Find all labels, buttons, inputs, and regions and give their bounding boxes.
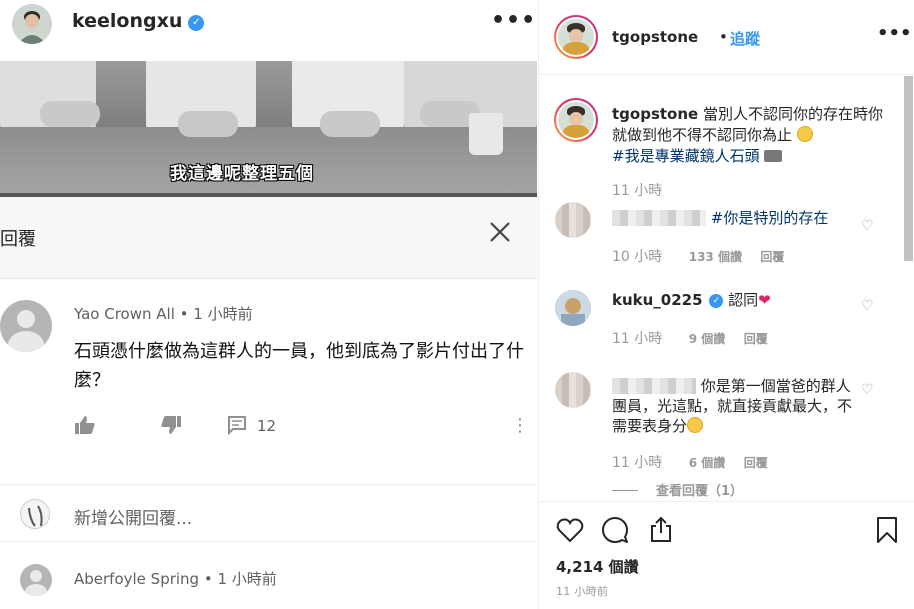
comment-text: 石頭憑什麼做為這群人的一員，他到底為了影片付出了什麼？ xyxy=(74,341,524,391)
caption: tgopstone 當別人不認同你的存在時你就做到他不得不認同你為止 #我是專業… xyxy=(612,104,892,167)
heart-icon[interactable] xyxy=(556,516,584,544)
ellipsis-icon[interactable]: ••• xyxy=(877,23,912,44)
likes-count[interactable]: 4,214 個讚 xyxy=(556,556,639,577)
comment-text-row: #你是特別的存在 xyxy=(612,208,862,228)
vertical-dots-icon[interactable]: ⋮ xyxy=(511,415,529,436)
comment-meta: 10 小時 133 個讚 回覆 xyxy=(612,246,784,266)
comment-actions: 12 ⋮ xyxy=(74,415,529,440)
share-icon[interactable] xyxy=(647,516,675,544)
thumbs-up-icon[interactable] xyxy=(74,415,96,440)
panel-header: tgopstone • 追蹤 ••• xyxy=(539,0,914,75)
emoji-icon xyxy=(796,126,813,142)
comment-text-row: 你是第一個當爸的群人團員，光這點，就直接貢獻最大，不需要表身分 xyxy=(612,376,860,436)
blurred-username[interactable] xyxy=(612,378,696,394)
comment-likes[interactable]: 9 個讚 xyxy=(689,332,726,346)
reply-button[interactable]: 回覆 xyxy=(744,456,768,470)
blurred-avatar[interactable] xyxy=(555,202,591,238)
blurred-username[interactable] xyxy=(612,210,706,226)
heart-outline-icon[interactable]: ♡ xyxy=(861,382,874,398)
video-subtitle: 我這邊呢整理五個 xyxy=(170,164,314,184)
caption-time[interactable]: 11 小時 xyxy=(612,180,662,200)
comment-author[interactable]: Yao Crown All xyxy=(74,305,175,323)
comment-time[interactable]: 11 小時 xyxy=(612,331,662,347)
view-replies-button[interactable]: 查看回覆（1） xyxy=(612,480,743,499)
post-timestamp[interactable]: 11 小時前 xyxy=(556,583,608,599)
scrollbar[interactable] xyxy=(904,76,913,261)
reply-count[interactable]: 12 xyxy=(257,417,276,435)
comment-likes[interactable]: 6 個讚 xyxy=(689,456,726,470)
verified-badge-icon: ✓ xyxy=(709,294,724,308)
add-reply-input[interactable]: 新增公開回覆... xyxy=(74,504,192,529)
story-avatar[interactable] xyxy=(554,15,598,59)
follow-button[interactable]: 追蹤 xyxy=(730,28,760,49)
comments-panel: tgopstone • 追蹤 ••• tgopstone 當別人不認同你的存在時… xyxy=(538,0,914,609)
heart-outline-icon[interactable]: ♡ xyxy=(861,298,874,314)
comment-meta: 11 小時 9 個讚 回覆 xyxy=(612,328,768,348)
comment-text-row: kuku_0225 ✓ 認同❤ xyxy=(612,290,862,310)
comment-meta: 11 小時 6 個讚 回覆 xyxy=(612,452,768,472)
post-actions: 4,214 個讚 11 小時前 xyxy=(539,501,914,609)
youtube-comment: Yao Crown All • 1 小時前 石頭憑什麼做為這群人的一員，他到底為… xyxy=(0,279,537,484)
heart-outline-icon[interactable]: ♡ xyxy=(861,218,874,234)
caption-hashtag[interactable]: #我是專業藏鏡人石頭 xyxy=(612,147,760,165)
comment-time[interactable]: 1 小時前 xyxy=(193,305,252,323)
thumbs-down-icon[interactable] xyxy=(160,415,182,440)
mug xyxy=(469,113,503,155)
comment-time[interactable]: 1 小時前 xyxy=(217,570,276,588)
comment-username[interactable]: kuku_0225 xyxy=(612,291,703,309)
commenter-avatar[interactable] xyxy=(555,290,591,326)
reply-button[interactable]: 回覆 xyxy=(744,332,768,346)
reply-panel-title: 回覆 xyxy=(0,229,36,250)
separator-dot: • xyxy=(719,28,728,46)
caption-username[interactable]: tgopstone xyxy=(612,105,698,123)
comment-author[interactable]: Aberfoyle Spring xyxy=(74,570,199,588)
reply-button[interactable]: 回覆 xyxy=(760,250,784,264)
user-avatar xyxy=(20,499,50,529)
default-avatar-icon[interactable] xyxy=(20,564,52,596)
comment-likes[interactable]: 133 個讚 xyxy=(689,250,742,264)
film-icon xyxy=(764,150,783,162)
comment-bubble-icon[interactable] xyxy=(601,516,629,544)
default-avatar-icon[interactable] xyxy=(0,300,52,352)
poster-username[interactable]: keelongxu ✓ xyxy=(72,10,205,32)
comment-author-line: Aberfoyle Spring • 1 小時前 xyxy=(74,570,277,588)
comment-time[interactable]: 10 小時 xyxy=(612,249,662,265)
verified-badge-icon: ✓ xyxy=(188,15,205,31)
comments-scroll-area[interactable]: tgopstone 當別人不認同你的存在時你就做到他不得不認同你為止 #我是專業… xyxy=(539,76,914,501)
heart-emoji-icon: ❤ xyxy=(758,291,771,309)
grin-emoji-icon xyxy=(687,417,704,433)
comment-time[interactable]: 11 小時 xyxy=(612,455,662,471)
ellipsis-icon[interactable]: ••• xyxy=(491,8,536,33)
comment-text: 認同 xyxy=(728,291,759,309)
blurred-avatar[interactable] xyxy=(555,372,591,408)
close-icon[interactable] xyxy=(489,221,511,248)
add-reply-row: 新增公開回覆... xyxy=(0,484,537,542)
poster-avatar[interactable] xyxy=(12,4,52,44)
next-comment: Aberfoyle Spring • 1 小時前 xyxy=(0,542,537,609)
header-username[interactable]: tgopstone xyxy=(612,28,698,46)
bookmark-icon[interactable] xyxy=(873,516,901,544)
comment-icon[interactable] xyxy=(227,415,247,440)
post-media-panel: keelongxu ✓ ••• 我這邊呢整理五個 回覆 Yao Crown All… xyxy=(0,0,537,609)
reply-panel-header: 回覆 xyxy=(0,197,537,279)
comment-author-line: Yao Crown All • 1 小時前 xyxy=(74,305,253,323)
comment-text[interactable]: #你是特別的存在 xyxy=(711,209,829,227)
video-frame[interactable]: 我這邊呢整理五個 xyxy=(0,61,537,197)
post-header: keelongxu ✓ ••• xyxy=(0,0,537,46)
caption-avatar[interactable] xyxy=(554,98,598,142)
